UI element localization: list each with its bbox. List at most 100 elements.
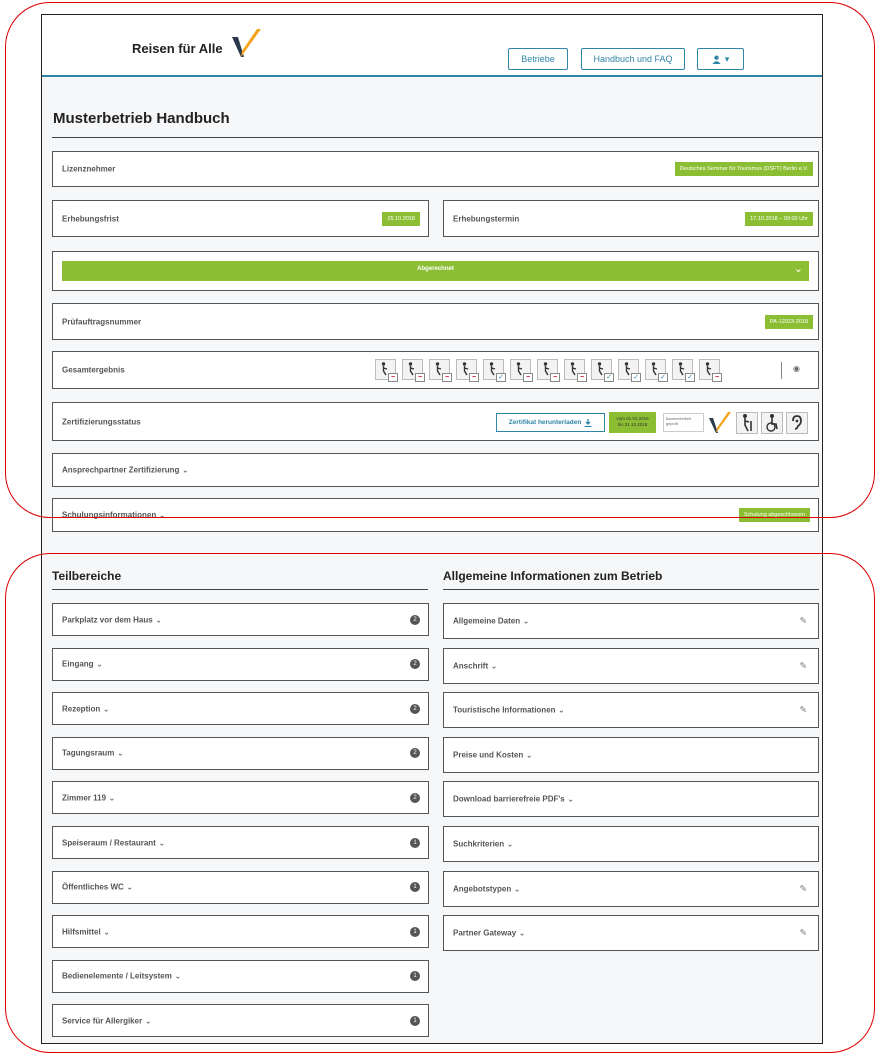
ansprechpartner-row[interactable]: Ansprechpartner Zertifizierung ⌄ (52, 453, 819, 487)
allgemein-label: Angebotstypen ⌄ (453, 884, 521, 894)
zertifizierung-label: Zertifizierungsstatus (62, 417, 141, 426)
check-icon: ✓ (496, 373, 506, 382)
edit-icon[interactable]: ✎ (799, 616, 807, 627)
erhebungsfrist-label: Erhebungsfrist (62, 214, 119, 223)
person-icon (516, 362, 523, 376)
erhebungstermin-label: Erhebungstermin (453, 214, 520, 223)
download-certificate-button[interactable]: Zertifikat herunterladen (496, 413, 605, 432)
chevron-down-icon: ⌄ (182, 467, 189, 475)
app-window: Reisen für Alle Betriebe Handbuch und FA… (41, 14, 823, 1044)
accessibility-icon: ✓ (618, 359, 641, 382)
allgemein-title: Allgemeine Informationen zum Betrieb (443, 569, 663, 583)
count-badge: 2 (410, 703, 420, 714)
allgemein-row[interactable]: Touristische Informationen ⌄ ✎ (443, 692, 819, 729)
allgemein-label: Partner Gateway ⌄ (453, 928, 526, 938)
teilbereich-row[interactable]: Hilfsmittel ⌄ 1 (52, 915, 429, 949)
user-caret: ▾ (724, 53, 730, 64)
teilbereich-row[interactable]: Speiseraum / Restaurant ⌄ 1 (52, 826, 429, 859)
allgemein-label: Preise und Kosten ⌄ (453, 750, 533, 760)
person-icon (678, 362, 685, 376)
chevron-down-icon: ⌄ (526, 752, 533, 760)
allgemein-row[interactable]: Preise und Kosten ⌄ (443, 736, 819, 773)
user-icon (712, 55, 721, 64)
erhebungstermin-row: Erhebungstermin 17.10.2018 – 09:00 Uhr (443, 200, 819, 237)
status-label: Abgerechnet (417, 266, 454, 272)
check-icon: ✓ (631, 373, 641, 382)
teilbereich-row[interactable]: Zimmer 119 ⌄ 2 (52, 781, 429, 815)
lizenznehmer-row: Lizenznehmer Deutsches Seminar für Touri… (52, 151, 819, 187)
teilbereich-row[interactable]: Öffentliches WC ⌄ 1 (52, 870, 429, 904)
zertifizierung-row: Zertifizierungsstatus Zertifikat herunte… (52, 402, 819, 441)
chevron-down-icon: ⌄ (793, 263, 803, 275)
pruefauftrag-label: Prüfauftragsnummer (62, 317, 142, 326)
edit-icon[interactable]: ✎ (799, 928, 807, 939)
chevron-down-icon: ⌄ (145, 1018, 152, 1026)
chevron-down-icon: ⌄ (491, 663, 497, 671)
edit-icon[interactable]: ✎ (799, 883, 807, 894)
chevron-down-icon: ⌄ (523, 618, 530, 626)
top-navbar: Reisen für Alle Betriebe Handbuch und FA… (42, 15, 822, 77)
chevron-down-icon: ⌄ (159, 512, 166, 520)
logo-check-icon (232, 29, 261, 57)
erhebungstermin-badge: 17.10.2018 – 09:00 Uhr (745, 211, 813, 226)
eye-icon[interactable]: ◉ (793, 364, 800, 373)
teilbereich-row[interactable]: Tagungsraum ⌄ 2 (52, 736, 429, 770)
allgemein-row[interactable]: Download barrierefreie PDF's ⌄ (443, 781, 819, 818)
teilbereich-label: Eingang ⌄ (62, 659, 103, 669)
teilbereich-row[interactable]: Eingang ⌄ 2 (52, 647, 429, 681)
chevron-down-icon: ⌄ (558, 707, 565, 715)
teilbereich-label: Speiseraum / Restaurant ⌄ (62, 838, 165, 847)
check-icon: ✓ (604, 373, 614, 382)
allgemein-row[interactable]: Anschrift ⌄ ✎ (443, 647, 819, 684)
person-icon (489, 362, 496, 376)
gesamtergebnis-label: Gesamtergebnis (62, 365, 125, 375)
teilbereiche-title: Teilbereiche (52, 569, 122, 583)
minus-icon: − (442, 373, 452, 382)
page-title: Musterbetrieb Handbuch (53, 110, 230, 127)
allgemein-row[interactable]: Suchkriterien ⌄ (443, 826, 819, 862)
erhebungsfrist-row: Erhebungsfrist 25.10.2018 (52, 200, 429, 237)
allgemein-row[interactable]: Allgemeine Daten ⌄ ✎ (443, 603, 819, 639)
accessibility-icon: ✓ (483, 359, 506, 382)
user-menu-button[interactable]: ▾ (697, 48, 744, 70)
allgemein-label: Touristische Informationen ⌄ (453, 705, 565, 715)
count-badge: 2 (410, 792, 420, 803)
status-row: Abgerechnet ⌄ (52, 251, 819, 291)
edit-icon[interactable]: ✎ (799, 705, 807, 716)
teilbereich-row[interactable]: Service für Allergiker ⌄ 1 (52, 1004, 429, 1038)
chevron-down-icon: ⌄ (567, 796, 574, 804)
person-icon (651, 362, 658, 376)
count-badge: 1 (410, 926, 420, 937)
nav-betriebe-button[interactable]: Betriebe (508, 48, 568, 70)
edit-icon[interactable]: ✎ (799, 660, 807, 671)
minus-icon: − (388, 373, 398, 382)
teilbereich-row[interactable]: Bedienelemente / Leitsystem ⌄ 1 (52, 959, 429, 993)
count-badge: 2 (410, 659, 420, 670)
allgemein-row[interactable]: Angebotstypen ⌄ ✎ (443, 870, 819, 907)
hearing-impaired-icon (786, 412, 808, 434)
accessibility-icon: − (402, 359, 425, 382)
check-icon: ✓ (685, 373, 695, 382)
accessibility-icon: ✓ (645, 359, 668, 382)
certificate-check-icon (709, 412, 731, 433)
accessibility-icon: − (456, 359, 479, 382)
icon-divider (781, 362, 782, 379)
nav-handbuch-button[interactable]: Handbuch und FAQ (581, 48, 685, 70)
ansprechpartner-label: Ansprechpartner Zertifizierung ⌄ (62, 465, 189, 475)
minus-icon: − (712, 373, 722, 382)
count-badge: 1 (410, 1015, 420, 1026)
allgemein-row[interactable]: Partner Gateway ⌄ ✎ (443, 915, 819, 952)
chevron-down-icon: ⌄ (519, 930, 526, 938)
accessibility-icon: − (564, 359, 587, 382)
pruefauftrag-row: Prüfauftragsnummer PA-12023-2018 (52, 303, 819, 340)
allgemein-label: Allgemeine Daten ⌄ (453, 616, 530, 626)
allgemein-label: Anschrift ⌄ (453, 661, 497, 671)
count-badge: 2 (410, 748, 420, 759)
teilbereich-row[interactable]: Rezeption ⌄ 2 (52, 692, 429, 726)
title-divider (52, 137, 822, 138)
check-icon: ✓ (658, 373, 668, 382)
schulung-row[interactable]: Schulungsinformationen ⌄ Schulung abgesch… (52, 498, 819, 532)
teilbereich-row[interactable]: Parkplatz vor dem Haus ⌄ 2 (52, 603, 429, 636)
status-dropdown[interactable]: Abgerechnet ⌄ (62, 261, 809, 281)
erhebungsfrist-badge: 25.10.2018 (382, 211, 420, 226)
